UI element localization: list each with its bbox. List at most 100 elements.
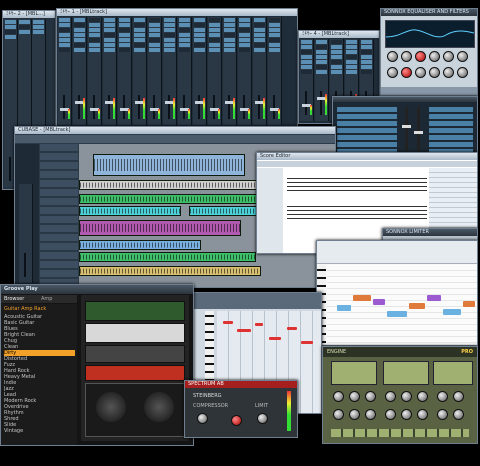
audio-event[interactable]: [79, 266, 261, 276]
limiter-titlebar[interactable]: SONNOX LIMITER: [383, 229, 477, 236]
score-left-panel[interactable]: [257, 168, 283, 253]
audio-event[interactable]: [189, 206, 261, 216]
pitch-editor-window[interactable]: [316, 240, 478, 346]
channel-strip[interactable]: [103, 17, 117, 125]
score-titlebar[interactable]: Score Editor: [257, 153, 477, 160]
mixer-fader-icon[interactable]: [153, 95, 155, 119]
knob-icon[interactable]: [443, 51, 454, 62]
mixer-fader-icon[interactable]: [138, 95, 140, 119]
pitch-segment[interactable]: [353, 295, 371, 301]
knob-icon[interactable]: [457, 67, 468, 78]
knob-icon[interactable]: [401, 409, 412, 420]
audio-event[interactable]: [79, 194, 261, 204]
knob-icon[interactable]: [429, 51, 440, 62]
mixer-fader-icon[interactable]: [243, 95, 245, 119]
knob-icon[interactable]: [231, 415, 242, 426]
midi-note[interactable]: [255, 323, 263, 326]
knob-icon[interactable]: [385, 391, 396, 402]
knob-icon[interactable]: [365, 391, 376, 402]
mixer-fader-icon[interactable]: [273, 95, 275, 119]
channel-strip[interactable]: [223, 17, 237, 125]
amp-rack[interactable]: [81, 295, 189, 441]
amp-head-icon[interactable]: [85, 345, 185, 363]
mixer-fader-icon[interactable]: [183, 95, 185, 119]
guitar-amp-window[interactable]: Groove Play Browser Amp Guitar Amp Rack …: [0, 284, 194, 446]
pitch-grid[interactable]: [327, 265, 477, 345]
project-toolbar[interactable]: [15, 135, 335, 143]
audio-event[interactable]: [79, 206, 181, 216]
channel-strip[interactable]: [178, 17, 192, 125]
knob-icon[interactable]: [453, 409, 464, 420]
audio-event[interactable]: [93, 154, 245, 176]
pitch-segment[interactable]: [373, 299, 385, 305]
mixer-fader-icon[interactable]: [63, 95, 65, 119]
score-toolbar[interactable]: [257, 161, 477, 167]
pitch-segment[interactable]: [387, 311, 407, 317]
mixer-fader-icon[interactable]: [9, 157, 11, 181]
channel-strip[interactable]: [315, 39, 329, 121]
mixer-fader-icon[interactable]: [108, 95, 110, 119]
key-editor-toolbar[interactable]: [191, 293, 321, 309]
pitch-segment[interactable]: [337, 305, 351, 311]
pitch-segment[interactable]: [409, 303, 425, 309]
tab-amp[interactable]: Amp: [41, 296, 52, 302]
knob-icon[interactable]: [453, 391, 464, 402]
amp-head-icon[interactable]: [85, 365, 185, 381]
knob-icon[interactable]: [387, 67, 398, 78]
mixer-small-titlebar[interactable]: ﾐｷｻｰ 2 - [MBL...]: [3, 11, 55, 18]
knob-icon[interactable]: [415, 67, 426, 78]
audio-event[interactable]: [79, 252, 256, 262]
synth-plugin-window[interactable]: ENGINE PRO: [322, 346, 478, 444]
knob-icon[interactable]: [349, 391, 360, 402]
mixer-fader-icon[interactable]: [305, 91, 307, 115]
project-titlebar[interactable]: CUBASE - [MBLtrack]: [15, 127, 335, 134]
knob-icon[interactable]: [417, 409, 428, 420]
mixer-main-titlebar[interactable]: ﾐｷｻｰ 1 - [MBLtrack]: [57, 9, 297, 16]
eq-titlebar[interactable]: SONNOX EQUALISER AND FILTERS: [381, 9, 477, 16]
send-slots[interactable]: [429, 107, 473, 155]
list-item[interactable]: Vintage: [4, 428, 75, 434]
mixer-fader-icon[interactable]: [24, 253, 26, 277]
knob-icon[interactable]: [257, 413, 268, 424]
mixer-fader-icon[interactable]: [78, 95, 80, 119]
mixer-fader-icon[interactable]: [213, 95, 215, 119]
knob-icon[interactable]: [349, 409, 360, 420]
groove-titlebar[interactable]: Groove Play: [1, 285, 193, 294]
pitch-segment[interactable]: [427, 295, 441, 301]
channel-strip[interactable]: [253, 17, 267, 125]
mixer-right-titlebar[interactable]: ﾐｷｻｰ 4 - [MBLtrack]: [299, 31, 379, 38]
channel-strip[interactable]: [73, 17, 87, 125]
knob-icon[interactable]: [415, 51, 426, 62]
audio-event[interactable]: [79, 240, 201, 250]
mixer-fader-icon[interactable]: [228, 95, 230, 119]
insert-slots[interactable]: [337, 107, 397, 155]
mixer-fader-icon[interactable]: [414, 107, 423, 151]
knob-icon[interactable]: [333, 409, 344, 420]
mixer-fader-icon[interactable]: [258, 95, 260, 119]
channel-strip[interactable]: [148, 17, 162, 125]
amp-head-icon[interactable]: [85, 301, 185, 321]
mixer-window-main[interactable]: ﾐｷｻｰ 1 - [MBLtrack]: [56, 8, 298, 128]
channel-strip[interactable]: [133, 17, 147, 125]
knob-icon[interactable]: [197, 413, 208, 424]
list-items[interactable]: Acoustic Guitar Basic Guitar Blues Bright C…: [4, 314, 75, 434]
mixer-fader-icon[interactable]: [198, 95, 200, 119]
speaker-cabinet-icon[interactable]: [85, 383, 185, 437]
channel-strip[interactable]: [208, 17, 222, 125]
mixer-fader-icon[interactable]: [320, 91, 322, 115]
groove-tabs[interactable]: Browser Amp: [1, 295, 77, 303]
midi-note[interactable]: [301, 341, 313, 344]
channel-strip[interactable]: [118, 17, 132, 125]
pitch-toolbar[interactable]: [317, 241, 477, 264]
knob-icon[interactable]: [429, 67, 440, 78]
knob-icon[interactable]: [437, 409, 448, 420]
eq-plugin-window[interactable]: SONNOX EQUALISER AND FILTERS: [380, 8, 478, 96]
channel-strip[interactable]: [163, 17, 177, 125]
midi-note[interactable]: [287, 327, 297, 330]
channel-strip[interactable]: [268, 17, 282, 125]
channel-strip[interactable]: [19, 184, 33, 283]
channel-settings-window[interactable]: [332, 96, 478, 160]
audio-event[interactable]: [79, 180, 261, 190]
knob-icon[interactable]: [385, 409, 396, 420]
knob-icon[interactable]: [437, 391, 448, 402]
